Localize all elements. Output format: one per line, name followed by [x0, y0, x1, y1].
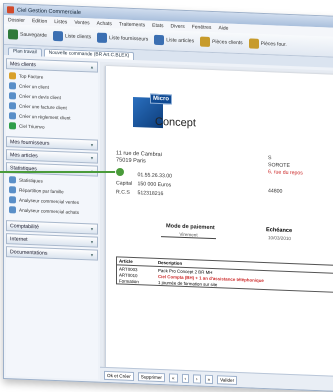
section-statistiques[interactable]: Statistiques▲: [6, 162, 98, 177]
window-title: Ciel Gestion Commerciale: [17, 7, 81, 16]
analyzer-icon: [9, 206, 16, 214]
clients-list-button[interactable]: Liste clients: [52, 30, 91, 42]
invoice-icon: [9, 102, 16, 110]
due-date-title: Echéance: [266, 227, 293, 235]
analyzer-icon: [9, 196, 16, 204]
save-button[interactable]: Sauvegarde: [8, 29, 47, 40]
sidebar-item-statistiques[interactable]: Statistiques: [9, 176, 98, 186]
app-icon: [7, 6, 14, 14]
chevron-down-icon: ▼: [90, 142, 94, 148]
menu-item-divers[interactable]: Divers: [171, 23, 185, 30]
due-date-field[interactable]: 10/03/2010: [268, 235, 291, 241]
section-comptabilite[interactable]: Comptabilité ▼: [6, 220, 98, 235]
document-icon: [9, 92, 16, 100]
sidebar-item-create-client[interactable]: Créer un client: [9, 82, 98, 92]
supplier-docs-button[interactable]: Pièces four.: [248, 38, 287, 49]
nav-prev-icon[interactable]: ‹: [181, 373, 190, 383]
company-info: Tél 01.55.26.33.00 Capital 150 000 Euros…: [116, 171, 173, 198]
nav-next-icon[interactable]: ›: [193, 373, 201, 384]
articles-list-button[interactable]: Liste articles: [154, 34, 194, 47]
callout-line: [0, 171, 118, 173]
menu-item-edition[interactable]: Edition: [32, 18, 47, 25]
clients-items: Top Facture Créer un client Créer un dev…: [6, 71, 98, 140]
nav-last-icon[interactable]: »: [204, 374, 214, 384]
save-icon: [8, 29, 18, 40]
sidebar-item-repartition[interactable]: Répartition par famille: [9, 186, 98, 196]
sidebar-item-analyseur-ventes[interactable]: Analyseur commercial ventes: [9, 196, 98, 206]
section-mes-clients[interactable]: Mes clients ▲: [6, 58, 98, 73]
documents-icon: [200, 36, 211, 47]
menu-item-fenetres[interactable]: Fenêtres: [192, 24, 212, 31]
delete-button[interactable]: Supprimer: [137, 371, 165, 382]
nav-first-icon[interactable]: «: [168, 372, 178, 383]
menu-item-traitements[interactable]: Traitements: [119, 21, 145, 28]
sidebar-item-analyseur-achats[interactable]: Analyseur commercial achats: [9, 206, 98, 216]
stats-items: Statistiques Répartition par famille Ana…: [6, 175, 98, 224]
chevron-up-icon: ▲: [90, 64, 94, 70]
section-documentations[interactable]: Documentations ▼: [6, 246, 98, 261]
company-logo: Micro Concept: [133, 93, 196, 135]
sidebar-item-ciel-triumvo[interactable]: Ciel Triumvo: [9, 122, 98, 132]
sidebar-item-create-quote[interactable]: Créer un devis client: [9, 92, 98, 102]
chevron-down-icon: ▼: [90, 226, 94, 232]
menu-item-aide[interactable]: Aide: [218, 25, 228, 31]
tab-plan-travail[interactable]: Plan travail: [8, 47, 42, 57]
section-mes-fournisseurs[interactable]: Mes fournisseurs ▼: [6, 136, 98, 151]
globe-icon: [9, 122, 16, 130]
sidebar-item-create-invoice[interactable]: Créer une facture client: [9, 102, 98, 112]
company-address: 11 rue de Cambrai 75019 Paris: [116, 150, 162, 165]
sidebar-item-create-payment[interactable]: Créer un règlement client: [9, 112, 98, 122]
payment-icon: [9, 112, 16, 120]
menu-item-ventes[interactable]: Ventes: [74, 19, 89, 26]
order-lines-table: Article Description ART0003 Pack Pro Con…: [116, 256, 333, 293]
payment-mode-title: Mode de paiement: [166, 223, 215, 232]
chart-icon: [9, 176, 16, 184]
client-address: S SOROTE 6, rue du repos 44800: [268, 155, 303, 195]
sidebar: Mes clients ▲ Top Facture Créer un client…: [6, 58, 98, 380]
invoice-page: Micro Concept 11 rue de Cambrai 75019 Pa…: [105, 65, 333, 378]
articles-icon: [154, 34, 165, 46]
validate-button[interactable]: Valider: [217, 374, 238, 385]
documents-icon: [248, 38, 259, 49]
tab-new-order[interactable]: Nouvelle commande (BR Art.C.BLEX): [43, 48, 135, 61]
payment-mode-field[interactable]: Virement: [161, 231, 216, 240]
ok-create-button[interactable]: Ok et Créer: [104, 370, 134, 381]
menu-item-etats[interactable]: Etats: [152, 22, 163, 28]
clients-icon: [52, 30, 63, 42]
sidebar-item-top-facture[interactable]: Top Facture: [9, 72, 98, 82]
menu-item-dossier[interactable]: Dossier: [8, 17, 25, 24]
callout-dot-icon: [115, 167, 125, 177]
star-icon: [9, 72, 16, 80]
document-area: Micro Concept 11 rue de Cambrai 75019 Pa…: [100, 61, 333, 378]
menu-item-achats[interactable]: Achats: [97, 20, 112, 27]
suppliers-list-button[interactable]: Liste fournisseurs: [97, 32, 148, 45]
section-mes-articles[interactable]: Mes articles ▼: [6, 149, 98, 164]
chevron-down-icon: ▼: [90, 252, 94, 258]
client-docs-button[interactable]: Pièces clients: [200, 36, 243, 49]
app-window: Ciel Gestion Commerciale Dossier Edition…: [3, 3, 333, 392]
user-add-icon: [9, 82, 16, 90]
chevron-down-icon: ▼: [90, 155, 94, 161]
pie-chart-icon: [9, 186, 16, 194]
menu-item-listes[interactable]: Listes: [54, 18, 67, 25]
chevron-down-icon: ▼: [90, 239, 94, 245]
section-internet[interactable]: Internet ▼: [6, 233, 98, 248]
suppliers-icon: [97, 32, 108, 43]
